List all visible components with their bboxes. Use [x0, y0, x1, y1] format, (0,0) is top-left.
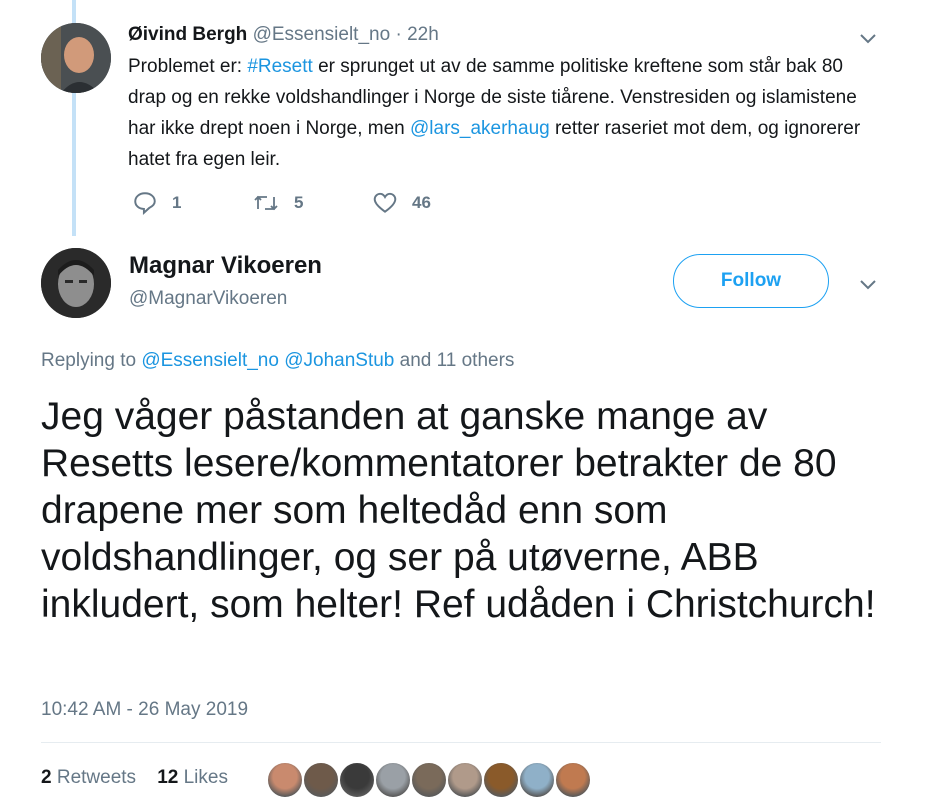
replying-others[interactable]: and 11 others	[394, 350, 515, 371]
retweet-count: 5	[294, 193, 304, 212]
like-count[interactable]: 12	[157, 767, 178, 788]
author-name[interactable]: Øivind Bergh	[128, 24, 247, 45]
avatar[interactable]	[41, 23, 111, 93]
liker-avatar[interactable]	[302, 761, 340, 799]
like-count: 46	[412, 193, 431, 212]
mention-link[interactable]: @JohanStub	[284, 350, 394, 371]
mention-link[interactable]: @lars_akerhaug	[410, 118, 550, 139]
separator: ·	[395, 24, 402, 45]
liker-avatar[interactable]	[338, 761, 376, 799]
liker-avatar[interactable]	[446, 761, 484, 799]
author-name[interactable]: Magnar Vikoeren	[129, 252, 322, 280]
retweet-count[interactable]: 2	[41, 767, 52, 788]
liker-avatar[interactable]	[482, 761, 520, 799]
retweet-label[interactable]: Retweets	[57, 767, 136, 788]
mention-link[interactable]: @Essensielt_no	[141, 350, 279, 371]
reply-icon	[134, 192, 156, 215]
author-handle[interactable]: @Essensielt_no	[253, 24, 391, 45]
tweet-stats: 2 Retweets 12 Likes	[41, 767, 228, 789]
hashtag-link[interactable]: #Resett	[247, 56, 312, 77]
reply-count: 1	[172, 193, 182, 212]
avatar[interactable]	[41, 248, 111, 318]
follow-button[interactable]: Follow	[673, 254, 829, 308]
author-handle[interactable]: @MagnarVikoeren	[129, 288, 287, 310]
tweet-text: Jeg våger påstanden at ganske mange av R…	[41, 395, 876, 626]
replying-prefix: Replying to	[41, 350, 142, 371]
liker-avatars	[266, 761, 592, 799]
chevron-down-icon[interactable]	[856, 26, 880, 50]
time-ago[interactable]: 22h	[407, 24, 439, 45]
divider	[41, 742, 881, 743]
tweet-timestamp[interactable]: 10:42 AM - 26 May 2019	[41, 699, 248, 721]
replying-to: Replying to @Essensielt_no @JohanStub an…	[41, 350, 514, 372]
retweet-icon	[254, 195, 278, 211]
liker-avatar[interactable]	[266, 761, 304, 799]
liker-avatar[interactable]	[374, 761, 412, 799]
reply-action[interactable]: 1	[132, 190, 181, 216]
tweet-header: Øivind Bergh @Essensielt_no · 22h	[128, 24, 439, 46]
heart-icon	[373, 192, 397, 213]
like-label[interactable]: Likes	[184, 767, 228, 788]
like-action[interactable]: 46	[372, 190, 431, 216]
retweet-action[interactable]: 5	[252, 190, 303, 216]
tweet-text-part: Problemet er:	[128, 56, 248, 77]
liker-avatar[interactable]	[410, 761, 448, 799]
chevron-down-icon[interactable]	[856, 272, 880, 296]
tweet-text: Problemet er: #Resett er sprunget ut av …	[128, 51, 868, 175]
liker-avatar[interactable]	[518, 761, 556, 799]
liker-avatar[interactable]	[554, 761, 592, 799]
